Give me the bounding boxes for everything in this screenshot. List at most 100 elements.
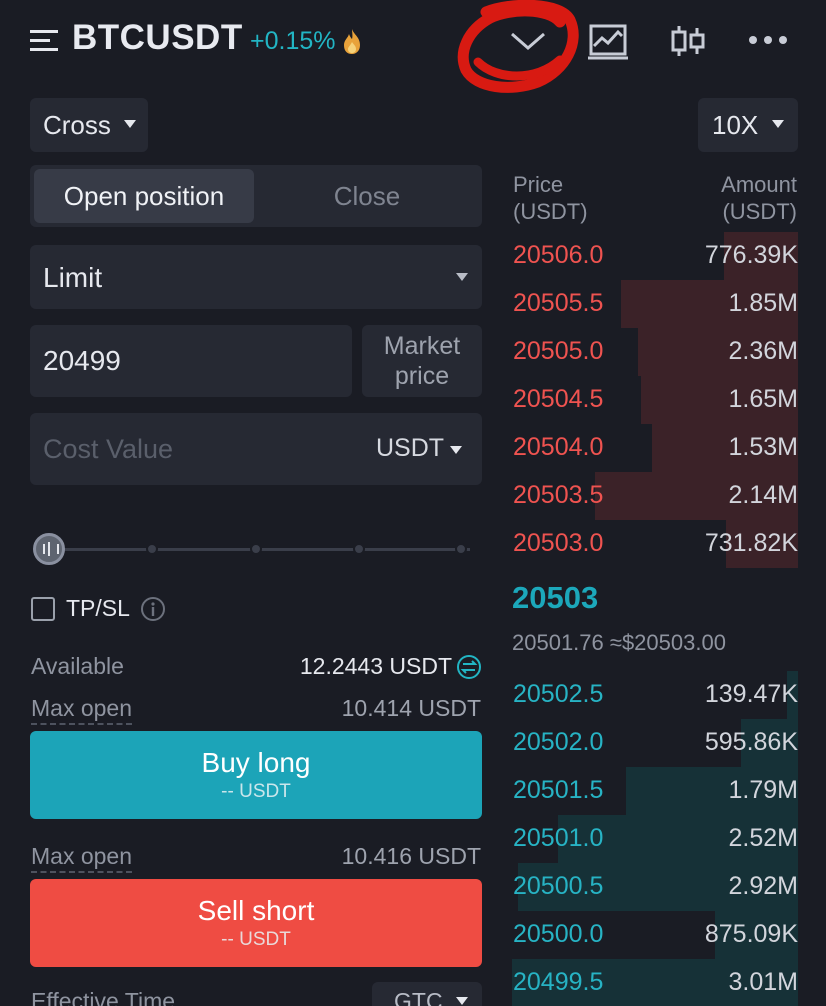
menu-icon[interactable] <box>30 28 60 54</box>
buy-long-sub: -- USDT <box>221 781 291 802</box>
market-price-button[interactable]: Market price <box>362 325 482 397</box>
leverage-select[interactable]: 10X <box>698 98 798 152</box>
bid-price: 20500.5 <box>513 872 604 900</box>
leverage-label: 10X <box>712 110 759 140</box>
tab-open-position[interactable]: Open position <box>34 169 254 223</box>
ask-amount: 776.39K <box>704 241 798 269</box>
available-value: 12.2443 USDT <box>299 653 452 679</box>
ask-amount: 1.53M <box>728 433 798 461</box>
caret-down-icon <box>124 120 136 128</box>
tab-close-position[interactable]: Close <box>256 169 478 223</box>
price-change: +0.15% <box>250 27 336 55</box>
bid-amount: 2.92M <box>728 872 798 900</box>
ask-price: 20506.0 <box>513 241 604 269</box>
bid-row[interactable]: 20500.5 2.92M <box>512 863 798 911</box>
slider-step-75[interactable] <box>353 543 365 555</box>
bid-amount: 139.47K <box>704 680 798 708</box>
ask-amount: 2.14M <box>728 481 798 509</box>
bid-amount: 3.01M <box>728 968 798 996</box>
bid-price: 20500.0 <box>513 920 604 948</box>
bid-row[interactable]: 20500.0 875.09K <box>512 911 798 959</box>
bid-amount: 875.09K <box>704 920 798 948</box>
margin-mode-select[interactable]: Cross <box>30 98 148 152</box>
fire-icon <box>344 29 360 54</box>
caret-down-icon <box>450 446 462 454</box>
caret-down-icon <box>456 997 468 1005</box>
slider-step-50[interactable] <box>250 543 262 555</box>
orderbook-price-header: Price (USDT) <box>513 172 588 224</box>
transfer-icon[interactable] <box>456 654 482 680</box>
price-input-value: 20499 <box>43 345 121 376</box>
bid-amount: 2.52M <box>728 824 798 852</box>
ask-row[interactable]: 20505.5 1.85M <box>512 280 798 328</box>
bid-row[interactable]: 20502.0 595.86K <box>512 719 798 767</box>
ask-row[interactable]: 20504.5 1.65M <box>512 376 798 424</box>
slider-handle[interactable] <box>33 533 65 565</box>
sell-short-button[interactable]: Sell short -- USDT <box>30 879 482 967</box>
ask-amount: 1.65M <box>728 385 798 413</box>
chart-icon[interactable] <box>588 22 628 60</box>
caret-down-icon <box>456 273 468 281</box>
buy-long-button[interactable]: Buy long -- USDT <box>30 731 482 819</box>
sell-short-sub: -- USDT <box>221 929 291 950</box>
bid-price: 20502.5 <box>513 680 604 708</box>
available-label: Available <box>31 653 124 679</box>
order-type-label: Limit <box>43 262 103 293</box>
ask-amount: 1.85M <box>728 289 798 317</box>
sell-max-open-label: Max open <box>31 843 133 873</box>
chevron-down-icon[interactable] <box>508 28 548 54</box>
sell-max-open-value: 10.416 USDT <box>341 843 481 869</box>
candlestick-icon[interactable] <box>670 22 706 60</box>
caret-down-icon <box>772 120 784 128</box>
ask-amount: 2.36M <box>728 337 798 365</box>
bid-price: 20499.5 <box>513 968 604 996</box>
ask-price: 20505.0 <box>513 337 604 365</box>
cost-value-input[interactable]: Cost Value USDT <box>30 413 482 485</box>
amount-slider[interactable] <box>30 530 482 568</box>
ask-price: 20505.5 <box>513 289 604 317</box>
buy-long-label: Buy long <box>201 747 311 778</box>
order-type-select[interactable]: Limit <box>30 245 482 309</box>
position-mode-tabs: Open position Close <box>30 165 482 227</box>
ask-price: 20504.5 <box>513 385 604 413</box>
ask-price: 20503.0 <box>513 529 604 557</box>
ask-price: 20504.0 <box>513 433 604 461</box>
cost-value-placeholder: Cost Value <box>43 434 174 464</box>
symbol-title[interactable]: BTCUSDT <box>72 18 243 58</box>
more-icon[interactable] <box>748 33 788 47</box>
bid-amount: 595.86K <box>704 728 798 756</box>
ask-row[interactable]: 20503.5 2.14M <box>512 472 798 520</box>
top-bar: BTCUSDT +0.15% <box>0 0 826 93</box>
price-input[interactable]: 20499 <box>30 325 352 397</box>
buy-max-open-value: 10.414 USDT <box>341 695 481 721</box>
ask-row[interactable]: 20506.0 776.39K <box>512 232 798 280</box>
sell-short-label: Sell short <box>197 895 315 926</box>
effective-time-select[interactable]: GTC <box>372 982 482 1006</box>
bid-amount: 1.79M <box>728 776 798 804</box>
bid-row[interactable]: 20501.0 2.52M <box>512 815 798 863</box>
margin-mode-label: Cross <box>43 110 111 140</box>
bid-row[interactable]: 20502.5 139.47K <box>512 671 798 719</box>
info-icon[interactable] <box>140 596 166 622</box>
bid-price: 20501.5 <box>513 776 604 804</box>
last-price[interactable]: 20503 <box>512 580 598 616</box>
ask-amount: 731.82K <box>704 529 798 557</box>
mark-price: 20501.76 ≈$20503.00 <box>512 630 726 655</box>
market-price-label: Market price <box>383 332 461 390</box>
orderbook-amount-header: Amount (USDT) <box>721 172 797 224</box>
ask-row[interactable]: 20505.0 2.36M <box>512 328 798 376</box>
slider-step-25[interactable] <box>146 543 158 555</box>
bid-price: 20501.0 <box>513 824 604 852</box>
bid-row[interactable]: 20501.5 1.79M <box>512 767 798 815</box>
effective-time-label: Effective Time <box>31 988 176 1006</box>
slider-step-100[interactable] <box>455 543 467 555</box>
bid-price: 20502.0 <box>513 728 604 756</box>
buy-max-open-label: Max open <box>31 695 133 725</box>
ask-row[interactable]: 20504.0 1.53M <box>512 424 798 472</box>
tpsl-checkbox[interactable] <box>31 597 55 621</box>
bid-row[interactable]: 20499.5 3.01M <box>512 959 798 1006</box>
ask-row[interactable]: 20503.0 731.82K <box>512 520 798 568</box>
cost-unit-select[interactable]: USDT <box>376 434 444 463</box>
tpsl-label[interactable]: TP/SL <box>66 595 130 622</box>
effective-time-value: GTC <box>394 988 443 1006</box>
